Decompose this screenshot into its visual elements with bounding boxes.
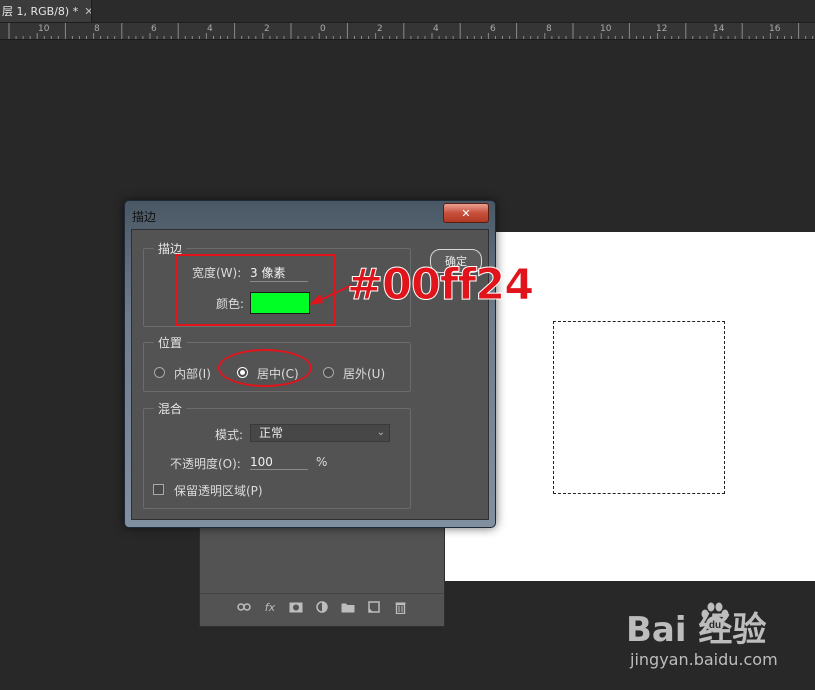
ruler-label: 4 xyxy=(207,24,213,34)
radio-outside-label[interactable]: 居外(U) xyxy=(343,365,385,382)
ruler-label: 10 xyxy=(600,24,612,34)
document-tab-bar: 层 1, RGB/8) * ✕ xyxy=(0,0,815,23)
baidu-watermark: Bai 经验 du jingyan.baidu.com xyxy=(626,598,806,673)
position-group-title: 位置 xyxy=(154,334,187,351)
mode-select[interactable]: 正常 ⌄ xyxy=(250,424,390,442)
ruler-ticks xyxy=(8,23,814,39)
blend-group: 混合 模式: 正常 ⌄ 不透明度(O): 100 % 保留透明区域(P) xyxy=(143,400,411,509)
watermark-url: jingyan.baidu.com xyxy=(630,650,778,669)
annotation-highlight-box xyxy=(175,254,336,326)
annotation-highlight-ellipse xyxy=(218,349,312,387)
trash-icon[interactable] xyxy=(392,599,408,615)
new-layer-icon[interactable] xyxy=(366,599,382,615)
ruler-label: 6 xyxy=(490,24,496,34)
radio-inside-label[interactable]: 内部(I) xyxy=(174,365,211,382)
folder-icon[interactable] xyxy=(340,599,356,615)
svg-text:du: du xyxy=(709,620,721,631)
close-tab-icon[interactable]: ✕ xyxy=(84,5,91,18)
ruler-label: 14 xyxy=(713,24,725,34)
ruler-label: 2 xyxy=(264,24,270,34)
ruler-label: 2 xyxy=(377,24,383,34)
baidu-paw-logo: du xyxy=(701,602,729,632)
link-icon[interactable] xyxy=(236,599,252,615)
preserve-transparency-label[interactable]: 保留透明区域(P) xyxy=(174,482,263,499)
document-tab[interactable]: 层 1, RGB/8) * ✕ xyxy=(0,0,92,22)
marquee-selection xyxy=(553,321,725,494)
mode-select-value: 正常 xyxy=(259,426,284,440)
chevron-down-icon: ⌄ xyxy=(376,427,385,438)
layers-panel: fx xyxy=(199,525,445,627)
mask-icon[interactable] xyxy=(288,599,304,615)
layers-footer: fx xyxy=(200,593,444,620)
radio-inside[interactable] xyxy=(154,367,165,378)
horizontal-ruler: 10 8 6 4 2 0 2 4 6 8 10 12 14 16 xyxy=(0,23,815,40)
opacity-field[interactable]: 100 xyxy=(250,455,308,470)
opacity-unit: % xyxy=(316,455,328,469)
ruler-label: 8 xyxy=(546,24,552,34)
ruler-label: 16 xyxy=(769,24,781,34)
dialog-title: 描边 xyxy=(132,210,157,224)
opacity-label: 不透明度(O): xyxy=(170,457,241,471)
preserve-transparency-checkbox[interactable] xyxy=(153,484,164,495)
blend-group-title: 混合 xyxy=(154,400,187,417)
close-button[interactable]: ✕ xyxy=(443,203,489,223)
ruler-label: 10 xyxy=(38,24,50,34)
ruler-label: 8 xyxy=(94,24,100,34)
annotation-color-code: #00ff24 xyxy=(346,260,534,311)
radio-outside[interactable] xyxy=(323,367,334,378)
ruler-label: 12 xyxy=(656,24,668,34)
ruler-label: 4 xyxy=(433,24,439,34)
fx-icon[interactable]: fx xyxy=(262,599,278,615)
adjustment-icon[interactable] xyxy=(314,599,330,615)
mode-label: 模式: xyxy=(215,428,244,442)
ruler-label: 6 xyxy=(151,24,157,34)
ruler-label: 0 xyxy=(320,24,326,34)
document-tab-title: 层 1, RGB/8) * xyxy=(2,5,79,18)
